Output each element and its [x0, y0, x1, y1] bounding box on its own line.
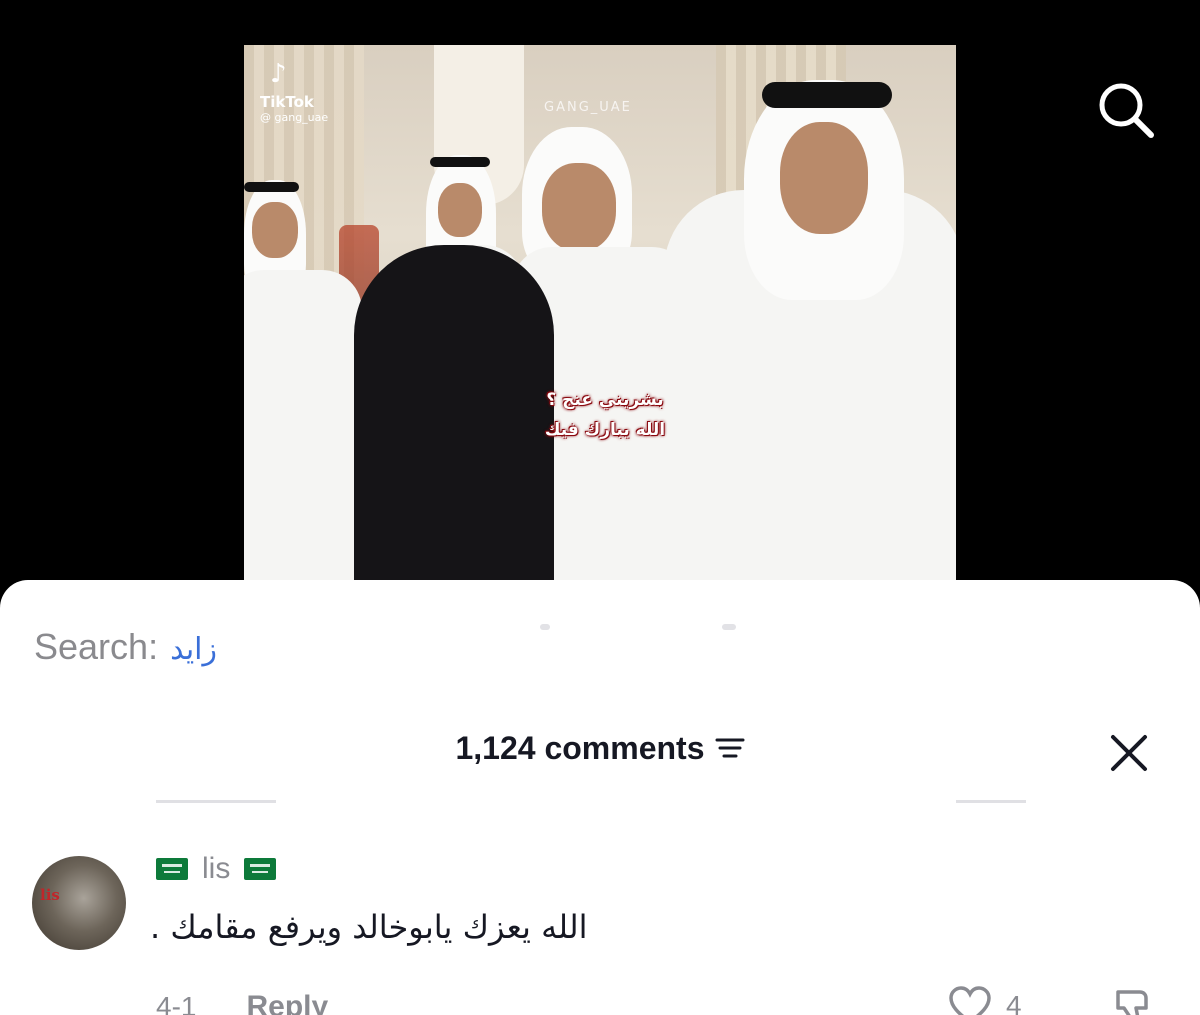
comment-author[interactable]: lis — [156, 852, 277, 886]
comment-date: 4-1 — [156, 991, 197, 1015]
tiktok-handle: @ gang_uae — [260, 111, 329, 124]
avatar-tag: lis — [40, 886, 60, 904]
avatar[interactable]: lis — [32, 856, 126, 950]
saudi-flag-icon — [244, 858, 277, 880]
comment-meta: 4-1 Reply — [156, 990, 328, 1015]
search-query[interactable]: زايد — [170, 632, 217, 667]
search-suggestion[interactable]: Search: زايد — [34, 626, 217, 668]
tiktok-icon: ♪ — [270, 59, 287, 89]
like-count: 4 — [1006, 990, 1022, 1015]
previous-comment-remnant — [156, 800, 276, 810]
caption-line-1: بشريني عنج ؟ — [546, 390, 664, 410]
dislike-icon[interactable] — [1110, 986, 1154, 1015]
saudi-flag-icon — [156, 858, 188, 880]
screen: ♪ TikTok @ gang_uae GANG_UAE بشريني عنج … — [0, 0, 1200, 1015]
search-icon[interactable] — [1096, 80, 1156, 140]
tiktok-watermark: ♪ TikTok @ gang_uae — [260, 61, 328, 124]
username[interactable]: lis — [202, 852, 230, 886]
comments-count: 1,124 comments — [455, 730, 705, 766]
caption-line-2: الله يبارك فيك — [544, 420, 666, 440]
video-caption: بشريني عنج ؟ الله يبارك فيك — [520, 385, 690, 445]
previous-comment-remnant — [956, 800, 1026, 810]
video-watermark: GANG_UAE — [544, 100, 632, 115]
sort-icon[interactable] — [715, 737, 745, 759]
divider-dot — [540, 624, 550, 630]
comments-header: 1,124 comments — [0, 730, 1200, 767]
person-left — [244, 180, 364, 585]
divider-dot — [722, 624, 736, 630]
heart-icon[interactable] — [948, 986, 992, 1015]
video-player[interactable]: ♪ TikTok @ gang_uae GANG_UAE بشريني عنج … — [244, 45, 956, 585]
close-icon[interactable] — [1108, 732, 1150, 774]
tiktok-brand: TikTok — [260, 93, 314, 111]
search-label: Search: — [34, 626, 159, 667]
comment-text: الله يعزك يابوخالد ويرفع مقامك . — [150, 908, 588, 946]
person-right — [664, 70, 956, 585]
reply-button[interactable]: Reply — [246, 990, 328, 1015]
